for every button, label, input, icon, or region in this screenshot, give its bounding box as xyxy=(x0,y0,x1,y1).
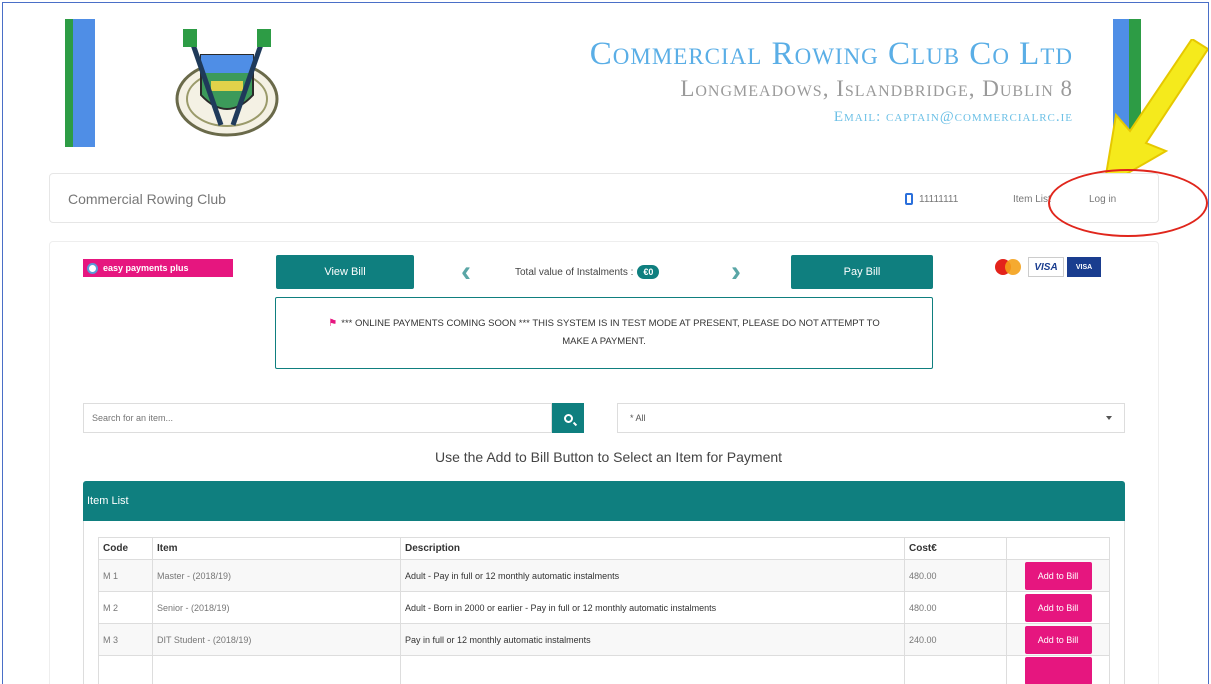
item-list-header: Item List xyxy=(83,481,1125,521)
flag-icon: ⚑ xyxy=(328,318,338,329)
category-selected-value: * All xyxy=(630,413,646,423)
column-header-description: Description xyxy=(400,537,905,560)
table-row: M 2 Senior - (2018/19) Adult - Born in 2… xyxy=(98,591,1110,624)
column-header-code: Code xyxy=(98,537,153,560)
navbar-brand[interactable]: Commercial Rowing Club xyxy=(68,191,226,207)
total-label: Total value of Instalments : xyxy=(515,266,634,278)
club-email: Email: captain@commercialrc.ie xyxy=(833,109,1073,125)
cell-action xyxy=(1006,655,1110,684)
cell-cost: 480.00 xyxy=(904,559,1007,592)
cell-action: Add to Bill xyxy=(1006,559,1110,592)
club-title: Commercial Rowing Club Co Ltd xyxy=(589,36,1073,72)
cell-action: Add to Bill xyxy=(1006,623,1110,656)
cell-action: Add to Bill xyxy=(1006,591,1110,624)
table-header-row: Code Item Description Cost€ xyxy=(98,537,1110,560)
total-instalments: Total value of Instalments : €0 xyxy=(515,265,660,279)
cell-item xyxy=(152,655,401,684)
chevron-down-icon xyxy=(1106,416,1112,420)
easy-payments-icon xyxy=(87,262,98,274)
column-header-item: Item xyxy=(152,537,401,560)
add-to-bill-button[interactable]: Add to Bill xyxy=(1024,625,1092,654)
test-mode-notice: ⚑ *** ONLINE PAYMENTS COMING SOON *** THI… xyxy=(275,297,933,369)
red-highlight-circle xyxy=(1048,169,1208,237)
banner-stripe-green xyxy=(65,19,73,147)
nav-phone: 11111111 xyxy=(905,193,958,205)
cell-cost: 480.00 xyxy=(904,591,1007,624)
add-to-bill-button[interactable]: Add to Bill xyxy=(1024,561,1092,590)
cell-item: Master - (2018/19) xyxy=(152,559,401,592)
cell-cost: 240.00 xyxy=(904,623,1007,656)
card-logos: VISA VISA xyxy=(993,257,1101,277)
club-address: Longmeadows, Islandbridge, Dublin 8 xyxy=(680,76,1073,101)
table-row xyxy=(98,655,1110,684)
chevron-right-icon[interactable]: › xyxy=(731,257,741,287)
pay-bill-button[interactable]: Pay Bill xyxy=(791,255,933,289)
table-row: M 3 DIT Student - (2018/19) Pay in full … xyxy=(98,623,1110,656)
search-icon xyxy=(563,413,573,423)
total-value-badge: €0 xyxy=(637,265,660,279)
column-header-cost: Cost€ xyxy=(904,537,1007,560)
cell-code: M 2 xyxy=(98,591,153,624)
cell-item: Senior - (2018/19) xyxy=(152,591,401,624)
column-header-action xyxy=(1006,537,1110,560)
cell-item: DIT Student - (2018/19) xyxy=(152,623,401,656)
banner-stripe-blue xyxy=(73,19,95,147)
yellow-arrow-icon xyxy=(1102,39,1208,189)
cell-code: M 3 xyxy=(98,623,153,656)
search-button[interactable] xyxy=(552,403,584,433)
page-frame: Commercial Rowing Club Co Ltd Longmeadow… xyxy=(2,2,1209,684)
add-to-bill-button[interactable] xyxy=(1024,656,1092,684)
cell-code xyxy=(98,655,153,684)
table-row: M 1 Master - (2018/19) Adult - Pay in fu… xyxy=(98,559,1110,592)
phone-number: 11111111 xyxy=(919,193,959,205)
navbar: Commercial Rowing Club 11111111 Item Lis… xyxy=(49,173,1159,223)
cell-cost xyxy=(904,655,1007,684)
notice-text: ⚑ *** ONLINE PAYMENTS COMING SOON *** THI… xyxy=(328,318,880,347)
easy-payments-label: easy payments plus xyxy=(103,263,189,273)
club-crest-logo xyxy=(175,29,279,137)
cell-code: M 1 xyxy=(98,559,153,592)
easy-payments-badge: easy payments plus xyxy=(83,259,233,277)
item-table: Code Item Description Cost€ M 1 Master -… xyxy=(98,537,1110,684)
mastercard-icon xyxy=(993,257,1025,277)
visa-electron-icon: VISA xyxy=(1067,257,1101,277)
cell-description: Adult - Pay in full or 12 monthly automa… xyxy=(400,559,905,592)
phone-icon xyxy=(905,193,913,205)
cell-description: Adult - Born in 2000 or earlier - Pay in… xyxy=(400,591,905,624)
visa-icon: VISA xyxy=(1028,257,1064,277)
cell-description: Pay in full or 12 monthly automatic inst… xyxy=(400,623,905,656)
category-select[interactable]: * All xyxy=(617,403,1125,433)
cell-description xyxy=(400,655,905,684)
instruction-text: Use the Add to Bill Button to Select an … xyxy=(434,449,783,465)
nav-link-item-list[interactable]: Item List xyxy=(1013,194,1051,205)
view-bill-button[interactable]: View Bill xyxy=(276,255,414,289)
chevron-left-icon[interactable]: ‹ xyxy=(461,257,471,287)
add-to-bill-button[interactable]: Add to Bill xyxy=(1024,593,1092,622)
search-input[interactable] xyxy=(83,403,552,433)
